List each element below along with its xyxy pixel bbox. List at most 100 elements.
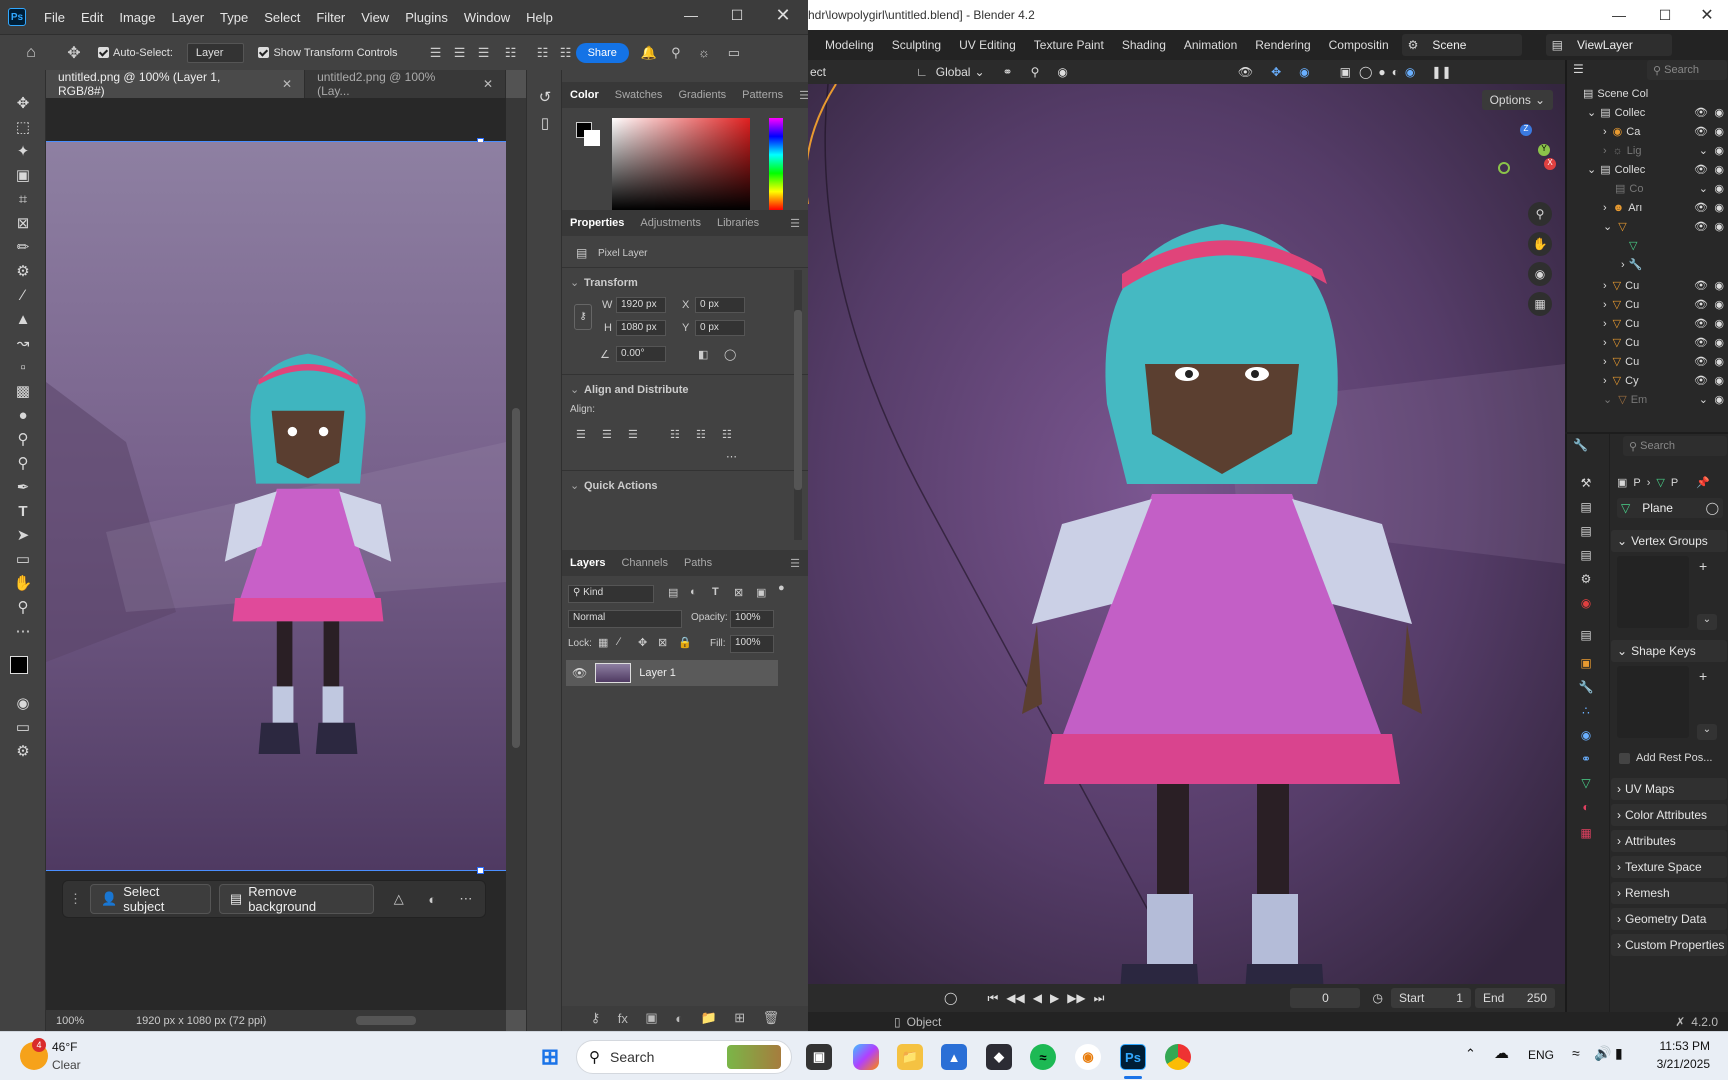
chevron-down-icon[interactable]: ⌄: [1697, 614, 1717, 630]
menu-image[interactable]: Image: [111, 10, 163, 25]
fx-icon[interactable]: fx: [618, 1011, 628, 1026]
outliner-row[interactable]: › 🔧: [1567, 255, 1728, 274]
outliner-row[interactable]: › ▽ Cu 👁 ◉: [1567, 352, 1728, 371]
color-picker-field[interactable]: [612, 118, 750, 210]
width-field[interactable]: 1920 px: [616, 297, 666, 313]
ps-minimize-button[interactable]: —: [668, 0, 714, 30]
expand-icon[interactable]: ›: [1603, 356, 1607, 368]
camera-view-icon[interactable]: ◉: [1528, 262, 1552, 286]
current-frame-field[interactable]: 0: [1290, 988, 1361, 1008]
hue-slider[interactable]: [769, 118, 783, 210]
pen-tool-icon[interactable]: ✒: [12, 476, 34, 498]
align-right-icon[interactable]: ☰: [472, 45, 496, 61]
camera-icon[interactable]: ◉: [1714, 279, 1724, 292]
camera-icon[interactable]: ◉: [1714, 163, 1724, 176]
panel-menu-icon[interactable]: ☰: [782, 557, 808, 570]
expand-icon[interactable]: ›: [1621, 259, 1625, 271]
zoom-small-icon[interactable]: ⚲: [12, 452, 34, 474]
properties-scrollbar[interactable]: [794, 270, 802, 540]
filter-adjustment-icon[interactable]: ◐: [690, 586, 697, 598]
weather-condition[interactable]: Clear: [52, 1058, 81, 1072]
lock-transparency-icon[interactable]: ▦: [598, 636, 608, 649]
transform-handle-bottom[interactable]: [477, 867, 484, 874]
expand-icon[interactable]: ⌄: [1603, 220, 1612, 233]
task-view-icon[interactable]: ▣: [806, 1044, 832, 1070]
menu-plugins[interactable]: Plugins: [397, 10, 456, 25]
expand-icon[interactable]: ›: [1603, 299, 1607, 311]
align-bottom-icon[interactable]: ☷: [722, 428, 732, 441]
layer-kind-filter[interactable]: ⚲ Kind: [568, 585, 654, 603]
scrollbar-thumb[interactable]: [794, 310, 802, 490]
outliner-row[interactable]: › ▽ Cu 👁 ◉: [1567, 314, 1728, 333]
vertex-groups-list[interactable]: [1617, 556, 1689, 628]
align-right-icon[interactable]: ☰: [628, 428, 638, 441]
chevron-down-icon[interactable]: ⌄: [570, 479, 579, 492]
align-center-icon[interactable]: ☰: [448, 45, 472, 61]
gizmo-y-axis[interactable]: Y: [1538, 144, 1550, 156]
camera-icon[interactable]: ◉: [1714, 144, 1724, 157]
transform-icon[interactable]: △: [380, 891, 418, 907]
texture-tab-icon[interactable]: ▦: [1577, 824, 1595, 842]
gradient-tool-icon[interactable]: ▩: [12, 380, 34, 402]
modifiers-tab-icon[interactable]: 🔧: [1577, 678, 1595, 696]
unity-icon[interactable]: ◆: [986, 1044, 1012, 1070]
mode-selector[interactable]: ect: [810, 65, 826, 79]
outliner-row[interactable]: ▽: [1567, 236, 1728, 255]
zoom-tool-icon[interactable]: ⚲: [12, 596, 34, 618]
quick-actions-title[interactable]: Quick Actions: [584, 480, 658, 492]
align-left-icon[interactable]: ☰: [424, 45, 448, 61]
marquee-tool-icon[interactable]: ⬚: [12, 116, 34, 138]
expand-icon[interactable]: ›: [1603, 202, 1607, 214]
menu-view[interactable]: View: [353, 10, 397, 25]
edit-toolbar-icon[interactable]: ⚙: [12, 740, 34, 762]
lock-artboard-icon[interactable]: ⊠: [658, 636, 667, 649]
camera-icon[interactable]: ◉: [1714, 355, 1724, 368]
frame-tool-icon[interactable]: ⊠: [12, 212, 34, 234]
properties-editor-icon[interactable]: 🔧: [1573, 438, 1588, 452]
fake-user-icon[interactable]: ◯: [1706, 501, 1719, 515]
geometry-data-panel[interactable]: › Geometry Data: [1611, 908, 1727, 930]
document-image[interactable]: [46, 142, 506, 871]
eye-icon[interactable]: 👁: [1694, 298, 1708, 311]
add-icon[interactable]: +: [1699, 558, 1707, 574]
remesh-panel[interactable]: › Remesh: [1611, 882, 1727, 904]
bl-minimize-button[interactable]: —: [1596, 0, 1642, 30]
workspace-shading[interactable]: Shading: [1113, 38, 1175, 52]
bell-icon[interactable]: 🔔: [635, 45, 663, 61]
expand-icon[interactable]: ›: [1603, 126, 1607, 138]
history-icon[interactable]: ↺: [534, 86, 556, 108]
discover-icon[interactable]: ☼: [689, 45, 719, 60]
zoom-level[interactable]: 100%: [56, 1015, 116, 1027]
file-explorer-icon[interactable]: 📁: [897, 1044, 923, 1070]
hand-tool-icon[interactable]: ✋: [12, 572, 34, 594]
lock-all-icon[interactable]: 🔒: [678, 636, 692, 649]
checkbox-unchecked-icon[interactable]: [1619, 752, 1630, 764]
taskbar-search-box[interactable]: ⚲ Search: [576, 1040, 792, 1074]
pivot-icon[interactable]: ⚭: [1003, 65, 1013, 79]
tab-gradients[interactable]: Gradients: [670, 89, 734, 101]
new-layer-icon[interactable]: ⊞: [734, 1010, 745, 1026]
menu-help[interactable]: Help: [518, 10, 561, 25]
expand-icon[interactable]: ›: [1603, 337, 1607, 349]
folder-icon[interactable]: 📁: [701, 1010, 717, 1026]
ps-close-button[interactable]: ✕: [760, 0, 806, 30]
tab-adjustments[interactable]: Adjustments: [632, 217, 709, 229]
doc-tab-untitled2[interactable]: untitled2.png @ 100% (Lay... ✕: [305, 70, 506, 98]
gizmo-icon[interactable]: ✥: [1271, 65, 1281, 79]
auto-select-checkbox[interactable]: [98, 47, 113, 59]
particles-tab-icon[interactable]: ∴: [1577, 702, 1595, 720]
rendered-shading-icon[interactable]: ◉: [1405, 65, 1415, 79]
type-tool-icon[interactable]: T: [12, 500, 34, 522]
eye-icon[interactable]: 👁: [1694, 279, 1708, 292]
foreground-color-swatch[interactable]: [10, 656, 28, 674]
clock-icon[interactable]: ◷: [1372, 991, 1382, 1005]
move-tool-icon[interactable]: ✥: [12, 92, 34, 114]
align-distribute-title[interactable]: Align and Distribute: [584, 384, 689, 396]
copilot-icon[interactable]: [853, 1044, 879, 1070]
perspective-grid-icon[interactable]: ▦: [1528, 292, 1552, 316]
physics-tab-icon[interactable]: ◉: [1577, 726, 1595, 744]
outliner-row[interactable]: › ▽ Cu 👁 ◉: [1567, 295, 1728, 314]
layer-row[interactable]: 👁 Layer 1: [566, 660, 778, 686]
path-select-icon[interactable]: ➤: [12, 524, 34, 546]
panel-menu-icon[interactable]: ☰: [782, 217, 808, 230]
